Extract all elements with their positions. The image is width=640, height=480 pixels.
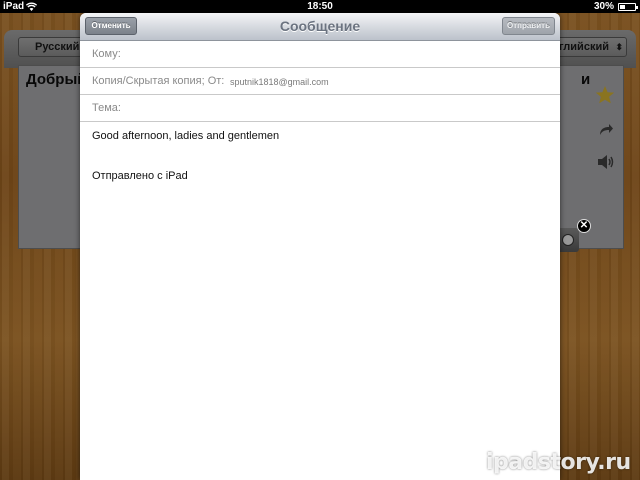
- body-text: Good afternoon, ladies and gentlemen: [92, 130, 280, 142]
- target-language-label: глийский: [559, 41, 609, 53]
- subject-label: Тема:: [92, 102, 121, 114]
- compose-title: Сообщение: [279, 18, 361, 34]
- card-title-right: и: [581, 71, 591, 88]
- compose-navbar: Отменить Сообщение Отправить: [80, 13, 560, 41]
- mic-button: [557, 228, 579, 252]
- target-language-selector: глийский ⬍: [555, 37, 627, 57]
- cc-bcc-from-field[interactable]: Копия/Скрытая копия; От: sputnik1818@gma…: [80, 68, 560, 95]
- share-icon: [600, 124, 613, 135]
- battery-icon: [618, 3, 638, 11]
- mail-compose-sheet: Отменить Сообщение Отправить Кому: Копия…: [80, 13, 560, 480]
- speaker-icon: [598, 155, 614, 169]
- from-address: sputnik1818@gmail.com: [230, 77, 329, 87]
- close-icon: ✕: [577, 219, 591, 233]
- cc-bcc-from-label: Копия/Скрытая копия; От:: [92, 75, 225, 87]
- chevron-updown-icon: ⬍: [615, 42, 623, 52]
- subject-field[interactable]: Тема:: [80, 95, 560, 122]
- clock: 18:50: [307, 1, 333, 12]
- mic-icon: [562, 234, 574, 246]
- source-language-label: Русский: [35, 41, 80, 53]
- status-bar: iPad 18:50 30%: [0, 0, 640, 13]
- star-icon: [595, 86, 615, 104]
- send-button[interactable]: Отправить: [502, 17, 555, 35]
- source-language-selector: Русский: [18, 37, 88, 57]
- to-field[interactable]: Кому:: [80, 41, 560, 68]
- battery-percent: 30%: [593, 1, 614, 12]
- watermark: ipadstory.ru: [486, 450, 631, 475]
- signature-text: Отправлено с iPad: [92, 170, 188, 182]
- to-label: Кому:: [92, 48, 121, 60]
- card-title: Добрый: [26, 71, 87, 88]
